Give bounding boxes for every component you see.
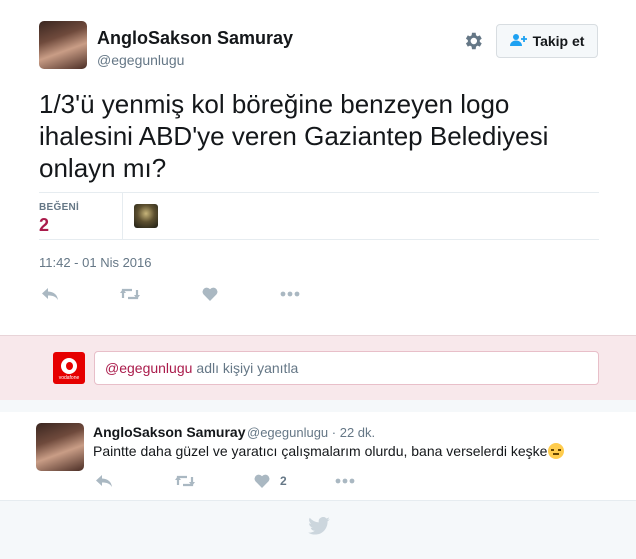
more-icon[interactable] <box>279 283 301 305</box>
vodafone-logo-icon <box>61 357 77 374</box>
reply-icon[interactable] <box>39 283 61 305</box>
likes-count[interactable]: 2 <box>39 215 49 236</box>
like-icon[interactable] <box>199 283 221 305</box>
reply-more-icon[interactable] <box>334 470 356 492</box>
reply-retweet-icon[interactable] <box>174 470 196 492</box>
reply-meta[interactable]: @egegunlugu · 22 dk. <box>247 425 375 440</box>
follow-button-label: Takip et <box>532 33 585 49</box>
reply-text-body: Paintte daha güzel ve yaratıcı çalışmala… <box>93 443 548 459</box>
twitter-bird-icon[interactable] <box>308 516 330 539</box>
liker-avatar[interactable] <box>134 204 158 228</box>
reply-reply-icon[interactable] <box>93 470 115 492</box>
tweet-text: 1/3'ü yenmiş kol böreğine benzeyen logo … <box>39 89 549 183</box>
reply-author-avatar[interactable] <box>36 423 84 471</box>
reply-text: Paintte daha güzel ve yaratıcı çalışmala… <box>93 443 565 459</box>
section-gap <box>0 400 636 412</box>
follow-button[interactable]: Takip et <box>496 24 598 58</box>
reply-like-icon <box>254 474 270 488</box>
stats-vertical-divider <box>122 193 123 239</box>
reply-like-count: 2 <box>280 474 287 488</box>
retweet-icon[interactable] <box>119 283 141 305</box>
stats-bottom-divider <box>39 239 599 240</box>
reply-mention: @egegunlugu <box>105 360 193 376</box>
unamused-emoji-icon <box>548 443 565 459</box>
reply-prompt: adlı kişiyi yanıtla <box>196 360 299 376</box>
reply-like-button[interactable]: 2 <box>254 470 298 492</box>
reply-author-name[interactable]: AngloSakson Samuray <box>93 424 246 440</box>
author-handle[interactable]: @egegunlugu <box>97 52 184 68</box>
gear-icon[interactable] <box>462 30 484 52</box>
likes-label: BEĞENİ <box>39 202 80 213</box>
follow-user-icon <box>509 33 528 50</box>
tweet-timestamp[interactable]: 11:42 - 01 Nis 2016 <box>39 255 152 270</box>
reply-input[interactable]: @egegunlugu adlı kişiyi yanıtla <box>94 351 599 385</box>
avatar-caption: vodafone <box>58 374 80 381</box>
current-user-avatar[interactable]: vodafone <box>53 352 85 384</box>
author-avatar[interactable] <box>39 21 87 69</box>
stats-top-divider <box>39 192 599 193</box>
author-name[interactable]: AngloSakson Samuray <box>97 28 293 49</box>
